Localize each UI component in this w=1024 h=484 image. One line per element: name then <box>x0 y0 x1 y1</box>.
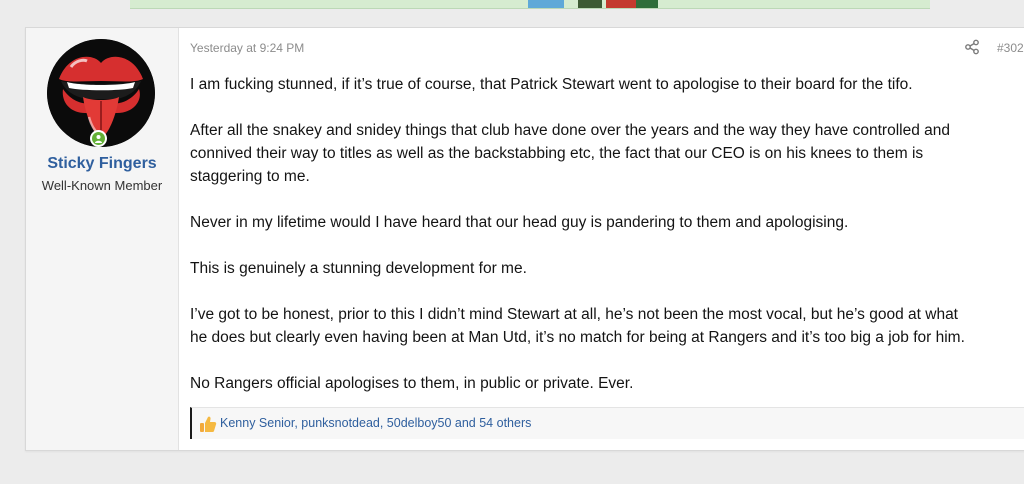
post-line: After all the snakey and snidey things t… <box>190 122 950 139</box>
banner-graphic <box>528 0 564 8</box>
post-line: Never in my lifetime would I have heard … <box>190 214 849 231</box>
share-icon[interactable] <box>964 39 980 55</box>
thumbs-up-icon <box>200 416 217 432</box>
banner-graphic <box>606 0 636 8</box>
post-paragraph: No Rangers official apologises to them, … <box>190 372 1024 395</box>
post-paragraph: After all the snakey and snidey things t… <box>190 119 1024 188</box>
reactions-list-link[interactable]: Kenny Senior, punksnotdead, 50delboy50 a… <box>220 416 531 430</box>
post-content-panel: Yesterday at 9:24 PM #302 I am fucking s… <box>179 28 1024 450</box>
post-timestamp[interactable]: Yesterday at 9:24 PM <box>190 41 304 55</box>
post-line: I’ve got to be honest, prior to this I d… <box>190 306 958 323</box>
post-author-panel: Sticky Fingers Well-Known Member <box>26 28 179 450</box>
post-line: staggering to me. <box>190 168 310 185</box>
post-line: I am fucking stunned, if it’s true of co… <box>190 76 913 93</box>
post-body: I am fucking stunned, if it’s true of co… <box>190 73 1024 418</box>
top-banner-ad[interactable] <box>130 0 930 9</box>
post-paragraph: I’ve got to be honest, prior to this I d… <box>190 303 1024 349</box>
post-line: connived their way to titles as well as … <box>190 145 924 162</box>
post-paragraph: Never in my lifetime would I have heard … <box>190 211 1024 234</box>
post-line: This is genuinely a stunning development… <box>190 260 527 277</box>
post-paragraph: This is genuinely a stunning development… <box>190 257 1024 280</box>
post-line: No Rangers official apologises to them, … <box>190 375 634 392</box>
post-paragraph: I am fucking stunned, if it’s true of co… <box>190 73 1024 96</box>
online-status-icon <box>90 130 107 147</box>
forum-post: Sticky Fingers Well-Known Member Yesterd… <box>25 27 1024 451</box>
post-number-link[interactable]: #302 <box>997 41 1024 55</box>
banner-graphic <box>636 0 658 8</box>
banner-graphic <box>578 0 602 8</box>
reactions-bar: Kenny Senior, punksnotdead, 50delboy50 a… <box>190 407 1024 439</box>
author-username[interactable]: Sticky Fingers <box>26 155 178 173</box>
post-line: he does but clearly even having been at … <box>190 329 965 346</box>
author-title: Well-Known Member <box>41 178 163 193</box>
